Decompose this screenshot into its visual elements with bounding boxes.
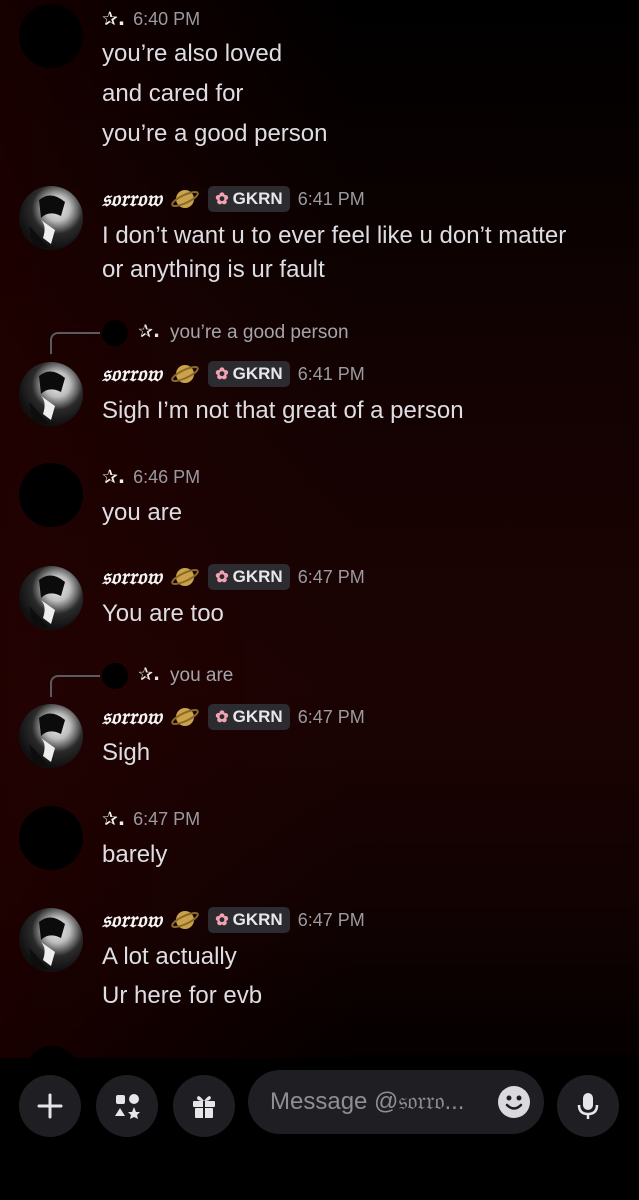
username[interactable]: 𝔰𝔬𝔯𝔯𝔬𝔴 [102,704,162,730]
server-tag[interactable]: ✿ GKRN [208,186,290,212]
apps-button[interactable] [96,1075,158,1137]
planet-icon [171,911,200,929]
message-line[interactable]: and cared for [102,77,243,111]
flower-icon: ✿ [215,709,229,726]
username[interactable]: 𝔰𝔬𝔯𝔯𝔬𝔴 [102,564,162,590]
username[interactable]: 𝔰𝔬𝔯𝔯𝔬𝔴 [102,361,162,387]
planet-icon [171,568,200,586]
planet-icon [171,190,200,208]
flower-icon: ✿ [215,366,229,383]
timestamp: 6:47 PM [297,909,365,930]
username[interactable]: 𝔰𝔬𝔯𝔯𝔬𝔴 [102,186,162,212]
avatar[interactable] [19,704,83,768]
message-line[interactable]: or anything is ur fault [102,253,325,287]
message-line[interactable]: Sigh [102,736,150,770]
message-header: ✰. 6:40 PM [102,5,200,33]
timestamp: 6:40 PM [133,8,201,29]
gift-icon [193,1096,215,1118]
reply-author: ✰. [138,321,160,342]
reply-text: you’re a good person [170,322,349,343]
avatar[interactable] [19,463,83,527]
timestamp: 6:47 PM [133,808,201,829]
reply-avatar [102,320,128,346]
server-tag[interactable]: ✿ GKRN [208,907,290,933]
message-header: 𝔰𝔬𝔯𝔯𝔬𝔴 ✿ GKRN 6:47 PM [102,563,365,591]
reply-preview[interactable]: ✰. you’re a good person [50,318,350,354]
avatar[interactable] [19,186,83,250]
message-line[interactable]: you’re also loved [102,37,282,71]
reply-text: you are [170,665,234,686]
timestamp: 6:46 PM [133,466,201,487]
message-line[interactable]: you’re a good person [102,117,328,151]
message-line[interactable]: You are too [102,597,224,631]
message-header: 𝔰𝔬𝔯𝔯𝔬𝔴 ✿ GKRN 6:47 PM [102,906,365,934]
message-composer: Message @𝔰𝔬𝔯𝔯𝔬... [0,1058,639,1200]
message-header: 𝔰𝔬𝔯𝔯𝔬𝔴 ✿ GKRN 6:41 PM [102,360,365,388]
avatar[interactable] [19,806,83,870]
avatar[interactable] [19,908,83,972]
reply-author: ✰. [138,664,160,685]
avatar[interactable] [19,566,83,630]
avatar[interactable] [25,1046,79,1058]
message-line[interactable]: you are [102,496,182,530]
message-header: ✰. 6:46 PM [102,463,200,491]
avatar[interactable] [19,4,83,68]
planet-icon [171,365,200,383]
emoji-icon [505,1095,523,1110]
chat-area: ✰. 6:40 PM you’re also loved and cared f… [0,0,639,1058]
voice-message-button[interactable] [557,1075,619,1137]
username[interactable]: ✰. [102,808,125,830]
message-line[interactable]: barely [102,838,167,872]
timestamp: 6:41 PM [297,188,365,209]
message-line[interactable]: Ur here for evb [102,979,262,1013]
reply-connector [50,332,100,354]
add-attachment-button[interactable] [19,1075,81,1137]
flower-icon: ✿ [215,569,229,586]
emoji-button[interactable] [498,1086,530,1118]
flower-icon: ✿ [215,191,229,208]
reply-avatar [102,663,128,689]
username[interactable]: ✰. [102,466,125,488]
server-tag[interactable]: ✿ GKRN [208,361,290,387]
avatar[interactable] [19,362,83,426]
flower-icon: ✿ [215,912,229,929]
message-header: 𝔰𝔬𝔯𝔯𝔬𝔴 ✿ GKRN 6:47 PM [102,703,365,731]
message-header: 𝔰𝔬𝔯𝔯𝔬𝔴 ✿ GKRN 6:41 PM [102,185,365,213]
message-placeholder: Message @𝔰𝔬𝔯𝔯𝔬... [270,1088,465,1115]
message-input[interactable]: Message @𝔰𝔬𝔯𝔯𝔬... [248,1070,544,1134]
timestamp: 6:47 PM [297,706,365,727]
username[interactable]: ✰. [102,8,125,30]
message-line[interactable]: I don’t want u to ever feel like u don’t… [102,219,566,253]
gift-button[interactable] [173,1075,235,1137]
timestamp: 6:41 PM [297,363,365,384]
username[interactable]: 𝔰𝔬𝔯𝔯𝔬𝔴 [102,907,162,933]
message-line[interactable]: A lot actually [102,940,237,974]
plus-icon [37,1093,63,1119]
message-header: ✰. 6:47 PM [102,805,200,833]
microphone-icon [577,1093,599,1119]
reply-connector [50,675,100,697]
message-line[interactable]: Sigh I’m not that great of a person [102,394,464,428]
apps-icon [115,1094,140,1119]
server-tag[interactable]: ✿ GKRN [208,704,290,730]
server-tag[interactable]: ✿ GKRN [208,564,290,590]
reply-preview[interactable]: ✰. you are [50,661,350,697]
timestamp: 6:47 PM [297,566,365,587]
planet-icon [171,708,200,726]
